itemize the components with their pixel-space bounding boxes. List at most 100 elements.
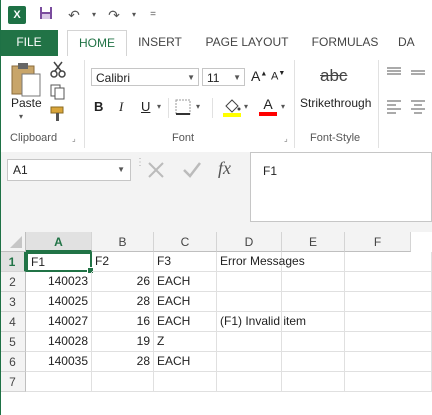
- cell-a7[interactable]: [26, 372, 92, 392]
- cell-f6[interactable]: [345, 352, 432, 372]
- cell-b3[interactable]: 28: [92, 292, 154, 312]
- column-header-f[interactable]: F: [345, 232, 411, 252]
- cell-c5[interactable]: Z: [154, 332, 217, 352]
- cell-c3[interactable]: EACH: [154, 292, 217, 312]
- enter-icon[interactable]: [180, 158, 204, 182]
- row-header[interactable]: 1: [0, 252, 26, 272]
- cut-icon[interactable]: [49, 60, 67, 78]
- name-box[interactable]: A1 ▼: [7, 159, 131, 181]
- align-center-icon[interactable]: [410, 98, 426, 114]
- column-header-c[interactable]: C: [154, 232, 217, 252]
- font-launcher-icon[interactable]: ⌟: [284, 134, 292, 143]
- cell-d1[interactable]: Error Messages: [217, 252, 305, 272]
- row-header[interactable]: 2: [0, 272, 26, 292]
- fill-color-icon[interactable]: [222, 96, 242, 118]
- insert-function-icon[interactable]: fx: [218, 158, 231, 179]
- tab-page-layout[interactable]: PAGE LAYOUT: [198, 30, 296, 55]
- align-top-icon[interactable]: [386, 66, 402, 80]
- clipboard-launcher-icon[interactable]: ⌟: [72, 134, 80, 143]
- bold-button[interactable]: B: [94, 99, 103, 114]
- cell-c6[interactable]: EACH: [154, 352, 217, 372]
- cell-d3[interactable]: [217, 292, 282, 312]
- font-size-select[interactable]: 11 ▼: [202, 68, 245, 86]
- resize-handle-icon[interactable]: ⋮: [135, 158, 145, 180]
- cell-c7[interactable]: [154, 372, 217, 392]
- redo-dropdown-icon[interactable]: ▾: [124, 6, 144, 24]
- cell-e3[interactable]: [282, 292, 345, 312]
- tab-insert[interactable]: INSERT: [135, 30, 185, 55]
- cell-f5[interactable]: [345, 332, 432, 352]
- borders-icon[interactable]: [175, 99, 193, 117]
- cell-d4[interactable]: (F1) Invalid item: [217, 312, 306, 332]
- grow-font-icon[interactable]: A▲: [251, 68, 267, 84]
- borders-dropdown-icon[interactable]: ▾: [196, 102, 200, 111]
- cancel-icon[interactable]: [144, 158, 168, 182]
- cell-b7[interactable]: [92, 372, 154, 392]
- underline-dropdown-icon[interactable]: ▾: [157, 102, 161, 111]
- undo-icon[interactable]: ↶: [64, 6, 84, 24]
- tab-file[interactable]: FILE: [0, 30, 58, 56]
- copy-icon[interactable]: [49, 83, 67, 101]
- align-left-icon[interactable]: [386, 98, 402, 114]
- format-painter-icon[interactable]: [49, 105, 67, 123]
- cell-e2[interactable]: [282, 272, 345, 292]
- cell-a1[interactable]: F1: [26, 252, 94, 274]
- cell-b6[interactable]: 28: [92, 352, 154, 372]
- cell-f7[interactable]: [345, 372, 432, 392]
- undo-dropdown-icon[interactable]: ▾: [84, 6, 104, 24]
- column-header-b[interactable]: B: [92, 232, 154, 252]
- cell-f3[interactable]: [345, 292, 432, 312]
- paste-dropdown-icon[interactable]: ▾: [19, 112, 23, 121]
- cell-e5[interactable]: [282, 332, 345, 352]
- cell-f2[interactable]: [345, 272, 432, 292]
- formula-input[interactable]: F1: [250, 152, 432, 222]
- cell-c1[interactable]: F3: [154, 252, 217, 272]
- cell-a4[interactable]: 140027: [26, 312, 92, 332]
- cell-a6[interactable]: 140035: [26, 352, 92, 372]
- cell-b5[interactable]: 19: [92, 332, 154, 352]
- redo-icon[interactable]: ↷: [104, 6, 124, 24]
- font-color-dropdown-icon[interactable]: ▾: [281, 102, 285, 111]
- shrink-font-icon[interactable]: A▼: [271, 70, 285, 83]
- cell-a2[interactable]: 140023: [26, 272, 92, 292]
- tab-formulas[interactable]: FORMULAS: [305, 30, 385, 55]
- strikethrough-button[interactable]: Strikethrough: [300, 96, 371, 110]
- cell-e6[interactable]: [282, 352, 345, 372]
- row-header[interactable]: 4: [0, 312, 26, 332]
- row-header[interactable]: 5: [0, 332, 26, 352]
- customize-toolbar-icon[interactable]: =: [143, 6, 163, 24]
- column-header-a[interactable]: A: [26, 232, 92, 252]
- strikethrough-icon[interactable]: abc: [320, 66, 347, 86]
- column-header-d[interactable]: D: [217, 232, 282, 252]
- column-header-e[interactable]: E: [282, 232, 345, 252]
- font-color-icon[interactable]: A: [258, 96, 278, 118]
- italic-button[interactable]: I: [119, 99, 123, 115]
- cell-d7[interactable]: [217, 372, 282, 392]
- cell-a5[interactable]: 140028: [26, 332, 92, 352]
- cell-b2[interactable]: 26: [92, 272, 154, 292]
- tab-home[interactable]: HOME: [67, 30, 127, 57]
- row-header[interactable]: 3: [0, 292, 26, 312]
- underline-button[interactable]: U: [141, 99, 150, 114]
- select-all-corner[interactable]: [0, 232, 26, 252]
- save-icon[interactable]: [36, 6, 56, 24]
- cell-c4[interactable]: EACH: [154, 312, 217, 332]
- cell-a3[interactable]: 140025: [26, 292, 92, 312]
- cell-f4[interactable]: [345, 312, 432, 332]
- cell-b4[interactable]: 16: [92, 312, 154, 332]
- align-middle-icon[interactable]: [410, 66, 426, 80]
- cell-d5[interactable]: [217, 332, 282, 352]
- paste-icon[interactable]: [8, 60, 44, 100]
- cell-c2[interactable]: EACH: [154, 272, 217, 292]
- tab-data[interactable]: DA: [398, 30, 432, 55]
- cell-d6[interactable]: [217, 352, 282, 372]
- paste-label[interactable]: Paste: [11, 96, 42, 110]
- row-header[interactable]: 6: [0, 352, 26, 372]
- cell-b1[interactable]: F2: [92, 252, 154, 272]
- row-header[interactable]: 7: [0, 372, 26, 392]
- cell-f1[interactable]: [345, 252, 432, 272]
- cell-d2[interactable]: [217, 272, 282, 292]
- font-name-select[interactable]: Calibri ▼: [91, 68, 199, 86]
- cell-e7[interactable]: [282, 372, 345, 392]
- fill-color-dropdown-icon[interactable]: ▾: [244, 102, 248, 111]
